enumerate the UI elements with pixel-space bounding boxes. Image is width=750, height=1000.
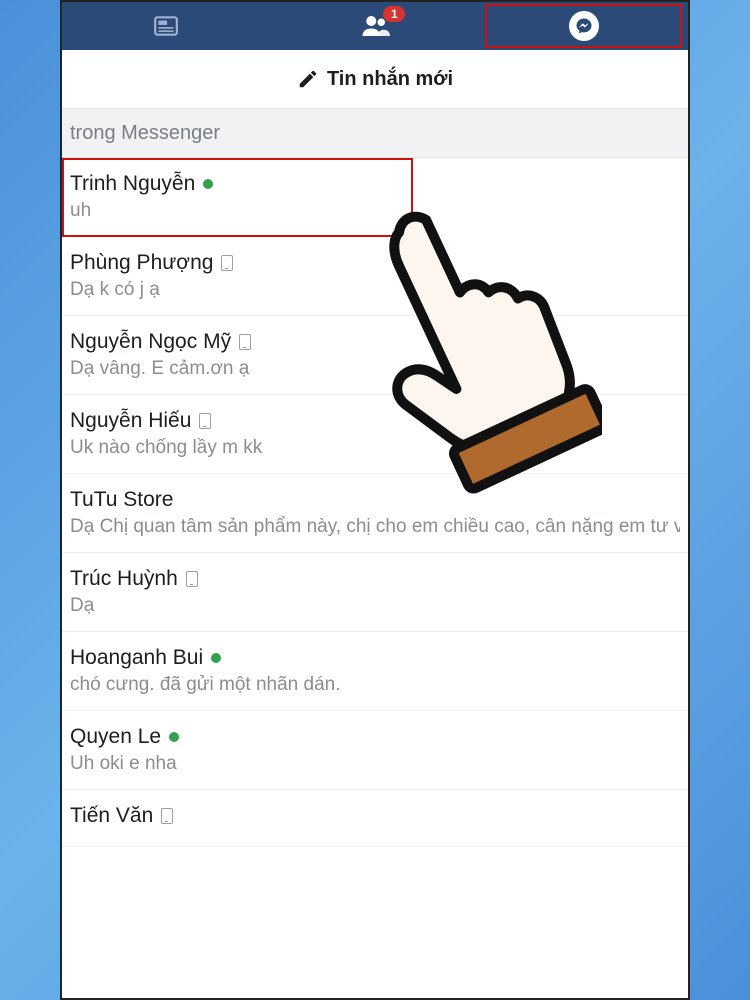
message-preview: Dạ Chị quan tâm sản phẩm này, chị cho em… bbox=[70, 516, 680, 538]
message-preview: Uh oki e nha bbox=[70, 753, 680, 775]
conversation-item[interactable]: Tiến Văn bbox=[62, 790, 688, 847]
new-message-button[interactable]: Tin nhắn mới bbox=[62, 50, 688, 109]
conversation-item[interactable]: Phùng Phượng Dạ k có j ạ bbox=[62, 237, 688, 316]
conversation-list: Trinh Nguyễn uh Phùng Phượng Dạ k có j ạ… bbox=[62, 158, 688, 847]
tab-messenger[interactable] bbox=[479, 2, 688, 50]
message-preview: Uk nào chống lầy m kk bbox=[70, 437, 680, 459]
contact-name: Hoanganh Bui bbox=[70, 646, 203, 670]
conversation-item[interactable]: Nguyễn Hiếu Uk nào chống lầy m kk bbox=[62, 395, 688, 474]
contact-name: Trinh Nguyễn bbox=[70, 172, 195, 196]
message-preview: Dạ k có j ạ bbox=[70, 279, 680, 301]
mobile-icon bbox=[239, 334, 251, 350]
contact-name: Quyen Le bbox=[70, 725, 161, 749]
contact-name: Nguyễn Hiếu bbox=[70, 409, 191, 433]
tab-newsfeed[interactable] bbox=[62, 2, 271, 50]
newsfeed-icon bbox=[153, 13, 179, 39]
search-placeholder: trong Messenger bbox=[70, 122, 220, 145]
tab-friend-requests[interactable]: 1 bbox=[271, 2, 480, 50]
search-bar[interactable]: trong Messenger bbox=[62, 109, 688, 158]
new-message-label: Tin nhắn mới bbox=[327, 68, 453, 91]
conversation-item[interactable]: TuTu Store Dạ Chị quan tâm sản phẩm này,… bbox=[62, 474, 688, 553]
online-dot-icon bbox=[203, 179, 213, 189]
top-nav: 1 bbox=[62, 2, 688, 50]
conversation-item[interactable]: Trinh Nguyễn uh bbox=[62, 158, 413, 237]
mobile-icon bbox=[221, 255, 233, 271]
online-dot-icon bbox=[169, 732, 179, 742]
conversation-item[interactable]: Quyen Le Uh oki e nha bbox=[62, 711, 688, 790]
contact-name: Tiến Văn bbox=[70, 804, 153, 828]
friend-requests-badge: 1 bbox=[383, 6, 405, 22]
message-preview: Dạ vâng. E cảm.ơn ạ bbox=[70, 358, 680, 380]
contact-name: Phùng Phượng bbox=[70, 251, 213, 275]
message-preview: uh bbox=[70, 200, 405, 222]
mobile-icon bbox=[186, 571, 198, 587]
message-preview: Dạ bbox=[70, 595, 680, 617]
mobile-icon bbox=[199, 413, 211, 429]
message-preview: chó cưng. đã gửi một nhãn dán. bbox=[70, 674, 680, 696]
conversation-item[interactable]: Nguyễn Ngọc Mỹ Dạ vâng. E cảm.ơn ạ bbox=[62, 316, 688, 395]
contact-name: TuTu Store bbox=[70, 488, 173, 512]
messenger-icon bbox=[569, 11, 599, 41]
contact-name: Nguyễn Ngọc Mỹ bbox=[70, 330, 231, 354]
compose-icon bbox=[297, 68, 319, 90]
app-screen: 1 Tin nhắn mới trong Messenger Trinh Ngu… bbox=[60, 0, 690, 1000]
contact-name: Trúc Huỳnh bbox=[70, 567, 178, 591]
conversation-item[interactable]: Trúc Huỳnh Dạ bbox=[62, 553, 688, 632]
online-dot-icon bbox=[211, 653, 221, 663]
mobile-icon bbox=[161, 808, 173, 824]
conversation-item[interactable]: Hoanganh Bui chó cưng. đã gửi một nhãn d… bbox=[62, 632, 688, 711]
